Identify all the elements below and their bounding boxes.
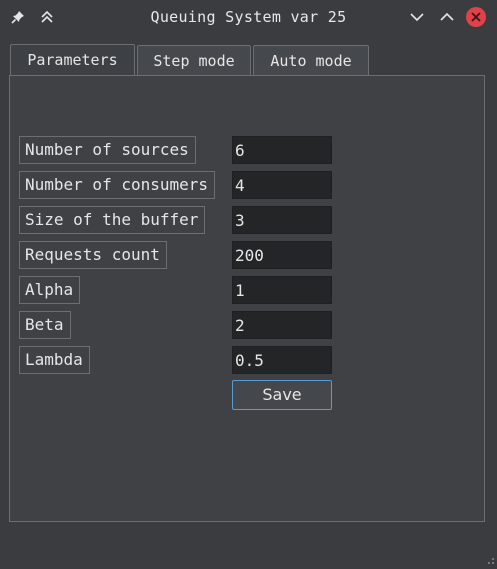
lambda-label: Lambda	[19, 346, 90, 374]
beta-input[interactable]	[232, 311, 332, 339]
tab-auto-mode[interactable]: Auto mode	[253, 45, 369, 75]
consumers-input[interactable]	[232, 171, 332, 199]
tab-parameters[interactable]: Parameters	[10, 44, 135, 76]
beta-label: Beta	[19, 311, 71, 339]
consumers-label: Number of consumers	[19, 171, 216, 199]
buffer-size-label: Size of the buffer	[19, 206, 206, 234]
sources-input[interactable]	[232, 136, 332, 164]
resize-grip-icon[interactable]	[485, 550, 495, 564]
minimize-icon[interactable]	[407, 7, 427, 27]
requests-count-input[interactable]	[232, 241, 332, 269]
buffer-size-input[interactable]	[232, 206, 332, 234]
lambda-input[interactable]	[232, 346, 332, 374]
tab-step-mode[interactable]: Step mode	[137, 45, 251, 75]
close-icon[interactable]	[466, 7, 486, 27]
save-button[interactable]: Save	[232, 380, 332, 410]
title-bar[interactable]: Queuing System var 25	[0, 0, 497, 34]
alpha-label: Alpha	[19, 276, 81, 304]
sources-label: Number of sources	[19, 136, 196, 164]
alpha-input[interactable]	[232, 276, 332, 304]
requests-count-label: Requests count	[19, 241, 167, 269]
maximize-icon[interactable]	[437, 7, 457, 27]
